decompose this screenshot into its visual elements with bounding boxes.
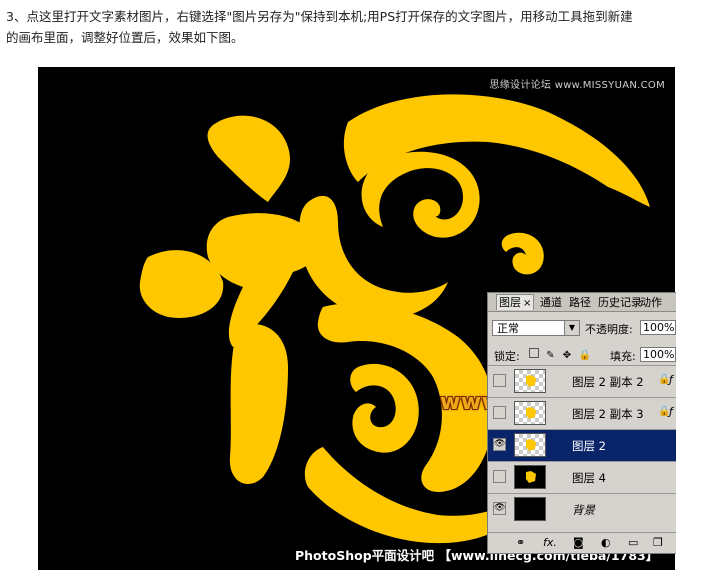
opacity-field[interactable]: 100%: [640, 320, 676, 335]
fu-thumb-icon: [526, 407, 536, 419]
tab-actions[interactable]: 动作: [638, 295, 664, 310]
fu-thumb-icon: [526, 471, 536, 483]
fx-icon: ƒ: [669, 405, 673, 418]
layer-thumbnail: [514, 465, 546, 489]
lock-all-icon[interactable]: 🔒: [579, 351, 591, 361]
fill-label: 填充:: [610, 350, 636, 363]
blend-mode-select[interactable]: 正常 ▼: [492, 320, 580, 336]
chevron-down-icon[interactable]: ▼: [564, 321, 579, 335]
fill-field[interactable]: 100%: [640, 347, 676, 362]
adjustment-icon[interactable]: ◐: [601, 536, 611, 549]
close-icon[interactable]: ×: [523, 298, 531, 309]
visibility-toggle[interactable]: [493, 470, 506, 483]
mask-icon[interactable]: ◙: [573, 536, 584, 549]
visibility-toggle[interactable]: [493, 374, 506, 387]
layer-name[interactable]: 背景: [572, 502, 595, 518]
layer-name[interactable]: 图层 2: [572, 438, 606, 454]
visibility-toggle[interactable]: [493, 406, 506, 419]
layer-row-selected[interactable]: 👁 图层 2: [488, 429, 676, 461]
tab-paths[interactable]: 路径: [567, 295, 593, 310]
instruction-line-2: 的画布里面，调整好位置后，效果如下图。: [6, 30, 244, 45]
lock-move-icon[interactable]: ✥: [562, 351, 572, 361]
link-icon[interactable]: ⚭: [516, 536, 525, 549]
layer-name[interactable]: 图层 2 副本 3: [572, 406, 644, 422]
fx-icon: ƒ: [669, 373, 673, 386]
layer-thumbnail: [514, 369, 546, 393]
lock-transparent-icon[interactable]: [529, 348, 539, 358]
fu-thumb-icon: [526, 439, 536, 451]
layer-thumbnail: [514, 433, 546, 457]
tab-history[interactable]: 历史记录: [596, 295, 644, 310]
fx-icon[interactable]: fx.: [543, 536, 557, 549]
layer-row[interactable]: 👁 背景: [488, 493, 676, 525]
instruction-line-1: 3、点这里打开文字素材图片，右键选择"图片另存为"保持到本机;用PS打开保存的文…: [6, 9, 633, 24]
tab-layers-label: 图层: [499, 296, 521, 309]
fu-thumb-icon: [526, 375, 536, 387]
layer-thumbnail: [514, 401, 546, 425]
layers-panel: 图层 × 通道 路径 历史记录 动作 正常 ▼ 不透明度: 100% 锁定: ✎ …: [487, 292, 676, 554]
watermark-top: 思缘设计论坛 www.MISSYUAN.COM: [489, 80, 665, 91]
folder-icon[interactable]: ▭: [628, 536, 638, 549]
layer-name[interactable]: 图层 4: [572, 470, 606, 486]
lock-paint-icon[interactable]: ✎: [546, 351, 556, 361]
lock-label: 锁定:: [494, 350, 520, 363]
layer-row[interactable]: 图层 4: [488, 461, 676, 493]
tab-layers[interactable]: 图层 ×: [496, 294, 535, 310]
tab-channels[interactable]: 通道: [538, 295, 564, 310]
lock-options: ✎ ✥ 🔒: [529, 348, 592, 361]
blend-mode-value: 正常: [497, 322, 519, 335]
layer-row[interactable]: 图层 2 副本 2 🔒 ƒ: [488, 365, 676, 397]
layer-row[interactable]: 图层 2 副本 3 🔒 ƒ: [488, 397, 676, 429]
layer-name[interactable]: 图层 2 副本 2: [572, 374, 644, 390]
instruction-text: 3、点这里打开文字素材图片，右键选择"图片另存为"保持到本机;用PS打开保存的文…: [6, 6, 716, 48]
opacity-label: 不透明度:: [585, 323, 633, 336]
panel-bottom-bar: ⚭ fx. ◙ ◐ ▭ ❐: [488, 532, 676, 553]
eye-icon[interactable]: 👁: [493, 438, 506, 451]
layer-thumbnail: [514, 497, 546, 521]
panel-tab-bar: 图层 × 通道 路径 历史记录 动作: [488, 293, 676, 312]
eye-icon[interactable]: 👁: [493, 502, 506, 515]
new-layer-icon[interactable]: ❐: [653, 536, 663, 549]
